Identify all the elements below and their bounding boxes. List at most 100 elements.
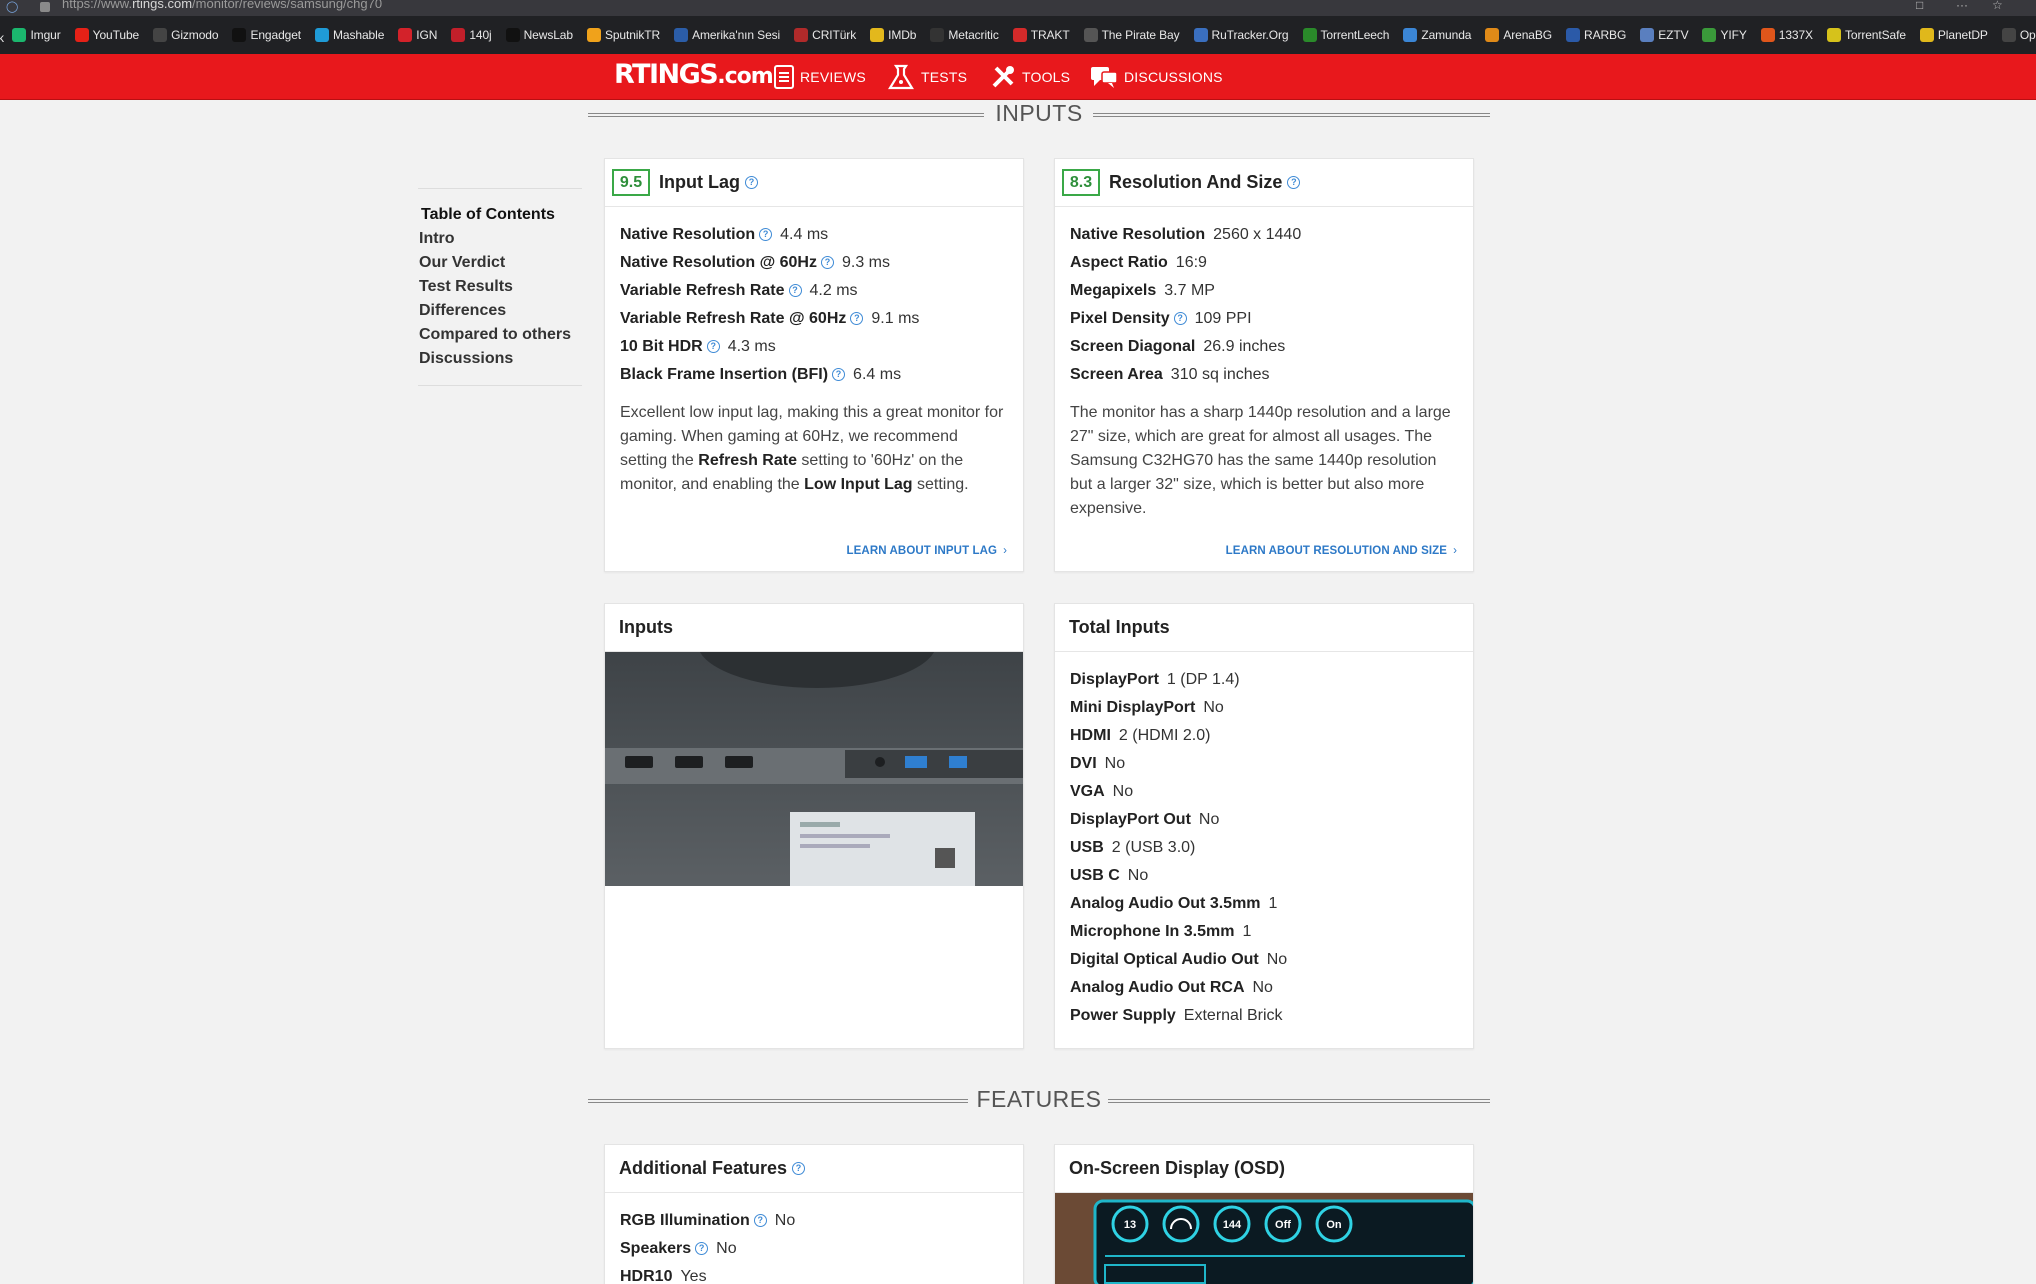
card-title: Additional Features: [619, 1158, 788, 1178]
bookmark-item[interactable]: ArenaBG: [1485, 16, 1552, 54]
spec-row: Analog Audio Out RCA No: [1070, 979, 1273, 996]
bookmark-item[interactable]: NewsLab: [505, 16, 573, 54]
score-badge: 9.5: [612, 169, 650, 196]
help-icon[interactable]: ?: [832, 368, 846, 381]
bookmark-item[interactable]: CRITürk: [794, 16, 856, 54]
bookmark-item[interactable]: SputnikTR: [586, 16, 661, 54]
bookmark-item[interactable]: RuTracker.Org: [1193, 16, 1289, 54]
bookmark-item[interactable]: TorrentSafe: [1826, 16, 1906, 54]
help-icon[interactable]: ?: [744, 176, 758, 189]
toc-item-discussions[interactable]: Discussions: [419, 347, 582, 371]
spec-row: Digital Optical Audio Out No: [1070, 951, 1288, 968]
bookmark-item[interactable]: Amerika'nın Sesi: [674, 16, 780, 54]
card-header: Additional Features ?: [605, 1145, 1023, 1193]
bookmark-cut[interactable]: k: [0, 31, 4, 45]
osd-photo[interactable]: 13 144 Off On: [1055, 1193, 1473, 1284]
bookmark-item[interactable]: PlanetDP: [1919, 16, 1988, 54]
inputs-photo[interactable]: [605, 652, 1023, 886]
bookmark-item[interactable]: Gizmodo: [153, 16, 219, 54]
bookmark-label: OpenSu: [2019, 28, 2036, 42]
nav-tests[interactable]: TESTS: [887, 54, 967, 100]
table-of-contents: Table of Contents Intro Our Verdict Test…: [418, 188, 582, 386]
bookmark-label: Imgur: [30, 28, 61, 42]
help-icon[interactable]: ?: [1173, 312, 1187, 325]
bookmark-item[interactable]: RARBG: [1566, 16, 1626, 54]
bookmark-item[interactable]: TRAKT: [1012, 16, 1070, 54]
help-icon[interactable]: ?: [753, 1214, 767, 1227]
bookmark-label: TorrentLeech: [1320, 28, 1390, 42]
bookmark-item[interactable]: 1337X: [1760, 16, 1813, 54]
bookmark-item[interactable]: Zamunda: [1403, 16, 1471, 54]
toc-item-verdict[interactable]: Our Verdict: [419, 251, 582, 275]
bookmark-item[interactable]: IGN: [398, 16, 437, 54]
toc-item-intro[interactable]: Intro: [419, 227, 582, 251]
bookmark-label: IMDb: [888, 28, 917, 42]
spec-row: Variable Refresh Rate? 4.2 ms: [620, 282, 858, 299]
osd-card: On-Screen Display (OSD) 13 144 Off On: [1054, 1144, 1474, 1284]
osd-dial-value: 144: [1223, 1219, 1242, 1231]
bookmark-label: IGN: [416, 28, 438, 42]
nav-reviews[interactable]: REVIEWS: [774, 54, 866, 100]
1337x-icon: [1760, 28, 1775, 42]
help-icon[interactable]: ?: [820, 256, 834, 269]
mashable-icon: [315, 28, 330, 42]
bookmark-item[interactable]: Mashable: [315, 16, 384, 54]
bookmark-label: SputnikTR: [604, 28, 661, 42]
bookmark-item[interactable]: Imgur: [12, 16, 61, 54]
spec-row: USB 2 (USB 3.0): [1070, 839, 1196, 856]
section-heading: INPUTS: [995, 100, 1083, 126]
toc-item-test-results[interactable]: Test Results: [419, 275, 582, 299]
bookmark-item[interactable]: 140j: [451, 16, 492, 54]
trakt-icon: [1012, 28, 1027, 42]
torrentsafe-icon: [1826, 28, 1841, 42]
spec-row: Aspect Ratio 16:9: [1070, 254, 1207, 271]
bookmark-item[interactable]: TorrentLeech: [1302, 16, 1390, 54]
help-icon[interactable]: ?: [788, 284, 802, 297]
shield-icon: ◯: [6, 1, 19, 13]
bookmark-item[interactable]: Engadget: [232, 16, 301, 54]
input-lag-card: 9.5 Input Lag ? Native Resolution? 4.4 ms…: [604, 158, 1024, 572]
nav-discussions[interactable]: DISCUSSIONS: [1090, 54, 1223, 100]
osd-dial-value: Off: [1275, 1219, 1291, 1231]
help-icon[interactable]: ?: [1287, 176, 1301, 189]
toc-item-compared[interactable]: Compared to others: [419, 323, 582, 347]
url-text[interactable]: https://www.rtings.com/monitor/reviews/s…: [62, 0, 382, 11]
help-icon[interactable]: ?: [706, 340, 720, 353]
rtings-logo[interactable]: RTINGS.com: [614, 59, 774, 90]
spec-row: 10 Bit HDR? 4.3 ms: [620, 338, 776, 355]
bookmark-label: Gizmodo: [171, 28, 219, 42]
bookmark-item[interactable]: YIFY: [1702, 16, 1747, 54]
bookmark-item[interactable]: EZTV: [1640, 16, 1689, 54]
learn-resolution-link[interactable]: LEARN ABOUT RESOLUTION AND SIZE ›: [1226, 545, 1457, 557]
toc-title: Table of Contents: [421, 206, 555, 223]
card-title: On-Screen Display (OSD): [1069, 1158, 1286, 1178]
reviews-icon: [774, 65, 794, 89]
bookmark-item[interactable]: IMDb: [870, 16, 916, 54]
help-icon[interactable]: ?: [850, 312, 864, 325]
spec-row: Native Resolution @ 60Hz? 9.3 ms: [620, 254, 890, 271]
help-icon[interactable]: ?: [695, 1242, 709, 1255]
spec-row: Mini DisplayPort No: [1070, 699, 1224, 716]
eztv-icon: [1640, 28, 1655, 42]
card-header: On-Screen Display (OSD): [1055, 1145, 1473, 1193]
star-icon[interactable]: ☆: [1992, 0, 2003, 12]
learn-input-lag-link[interactable]: LEARN ABOUT INPUT LAG ›: [847, 545, 1007, 557]
bookmark-item[interactable]: Metacritic: [930, 16, 999, 54]
browser-url-bar[interactable]: ◯ https://www.rtings.com/monitor/reviews…: [0, 0, 2036, 16]
crt-icon: [794, 28, 809, 42]
bookmark-item[interactable]: OpenSu: [2001, 16, 2036, 54]
spec-row: DVI No: [1070, 755, 1126, 772]
gizmodo-icon: [153, 28, 168, 42]
bookmark-label: TRAKT: [1030, 28, 1070, 42]
discussions-icon: [1090, 64, 1118, 90]
bookmark-item[interactable]: YouTube: [74, 16, 139, 54]
bookmark-label: Zamunda: [1421, 28, 1472, 42]
spec-row: Analog Audio Out 3.5mm 1: [1070, 895, 1278, 912]
help-icon[interactable]: ?: [759, 228, 773, 241]
more-icon[interactable]: ···: [1956, 0, 1968, 12]
toc-item-differences[interactable]: Differences: [419, 299, 582, 323]
reader-icon[interactable]: □: [1916, 0, 1923, 12]
nav-tools[interactable]: TOOLS: [990, 54, 1070, 100]
help-icon[interactable]: ?: [792, 1162, 806, 1175]
bookmark-item[interactable]: The Pirate Bay: [1083, 16, 1180, 54]
